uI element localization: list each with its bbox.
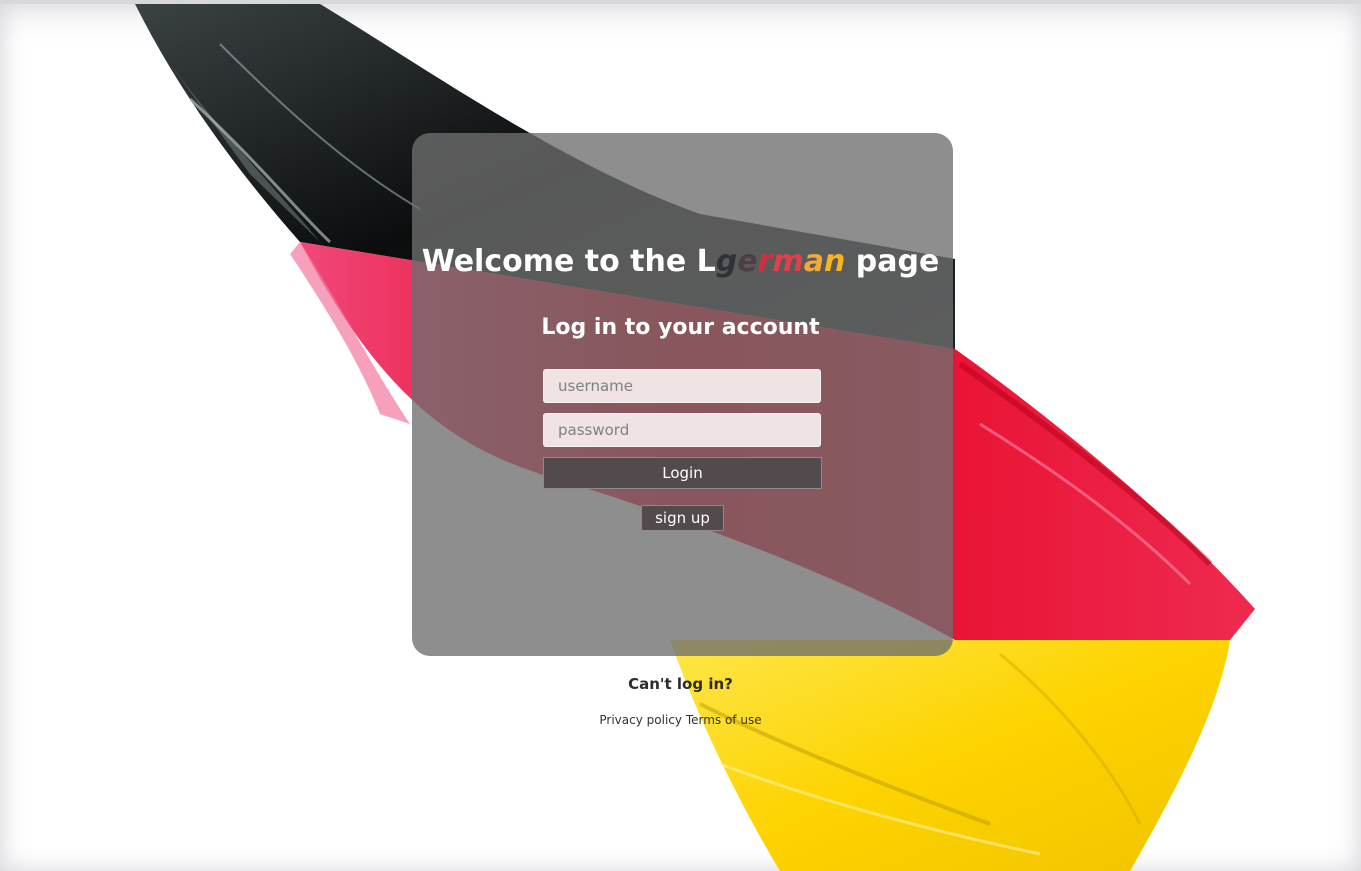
brand-letter: m xyxy=(772,244,804,279)
login-subtitle: Log in to your account xyxy=(541,315,820,340)
footer-links: Privacy policy Terms of use xyxy=(0,713,1361,727)
username-input[interactable] xyxy=(543,369,821,403)
privacy-policy-link[interactable]: Privacy policy xyxy=(599,713,682,727)
welcome-prefix: Welcome to the L xyxy=(421,244,716,279)
login-button[interactable]: Login xyxy=(543,457,822,489)
brand-letter: g xyxy=(715,244,738,279)
password-input[interactable] xyxy=(543,413,821,447)
brand-letter: a xyxy=(803,244,824,279)
brand-letter: n xyxy=(823,244,846,279)
cant-login-row: Can't log in? xyxy=(0,675,1361,693)
brand-name: german xyxy=(716,244,846,279)
signup-button[interactable]: sign up xyxy=(641,505,724,531)
welcome-suffix: page xyxy=(845,244,940,279)
welcome-title: Welcome to the Lgerman page xyxy=(0,244,1361,279)
brand-letter: r xyxy=(757,244,773,279)
cant-login-link[interactable]: Can't log in? xyxy=(628,675,733,693)
terms-of-use-link[interactable]: Terms of use xyxy=(686,713,762,727)
brand-letter: e xyxy=(737,244,758,279)
